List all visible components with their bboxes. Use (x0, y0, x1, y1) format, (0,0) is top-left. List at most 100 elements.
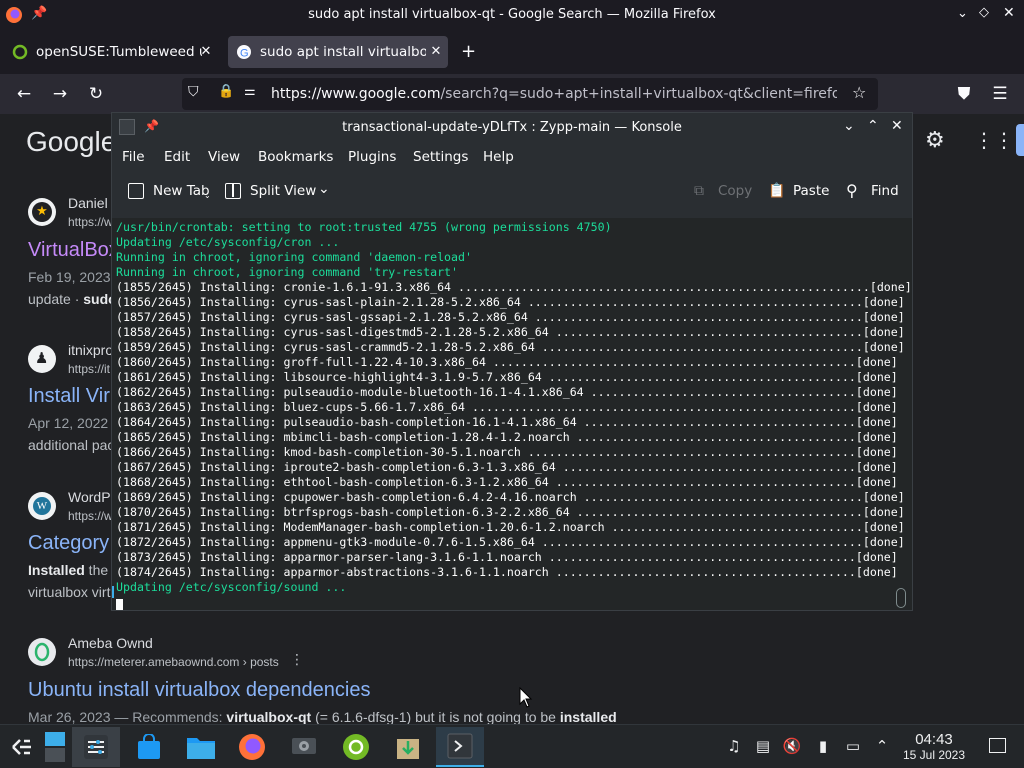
terminal-line: (1856/2645) Installing: cyrus-sasl-plain… (116, 295, 905, 309)
result-title-link[interactable]: Category (28, 532, 109, 555)
split-view-icon (225, 183, 241, 199)
sign-in-button[interactable] (1016, 124, 1024, 156)
tab-strip: openSUSE:Tumbleweed upgrade ✕ G sudo apt… (0, 30, 1024, 74)
star-icon: ★ (32, 202, 52, 222)
konsole-window: 📌 transactional-update-yDLfTx : Zypp-mai… (111, 112, 913, 611)
result-snippet: Mar 26, 2023 — Recommends: virtualbox-qt… (28, 709, 617, 724)
menu-help[interactable]: Help (483, 149, 514, 165)
result-title-link[interactable]: Ubuntu install virtualbox dependencies (28, 679, 370, 702)
show-hidden-icons-chevron-up-icon[interactable]: ⌃ (872, 736, 892, 756)
shopping-bag-icon (138, 734, 160, 759)
result-snippet: update · sudo (28, 291, 117, 307)
network-icon[interactable]: ▭ (843, 736, 863, 756)
terminal-line: (1865/2645) Installing: mbimcli-bash-com… (116, 430, 898, 444)
result-snippet-line2: virtualbox virt (28, 584, 111, 600)
terminal-line: Updating /etc/sysconfig/cron ... (116, 235, 340, 249)
search-icon: ⚲ (846, 181, 858, 200)
taskbar-firefox[interactable] (228, 727, 276, 767)
reload-icon[interactable]: ↻ (84, 82, 108, 106)
taskbar-system-settings[interactable] (72, 727, 120, 767)
menu-file[interactable]: File (122, 149, 145, 165)
tab-close-icon[interactable]: ✕ (428, 42, 444, 62)
minimize-icon[interactable]: ⌄ (957, 6, 968, 21)
menu-plugins[interactable]: Plugins (348, 149, 396, 165)
google-favicon-icon: G (237, 45, 251, 60)
clock-date: 15 Jul 2023 (902, 748, 966, 762)
more-options-icon[interactable]: ⋮ (290, 652, 304, 668)
permissions-icon[interactable]: ⚌ (244, 84, 256, 99)
new-tab-icon[interactable]: + (461, 41, 476, 62)
taskbar-installer[interactable] (384, 727, 432, 767)
tab-opensuse[interactable]: openSUSE:Tumbleweed upgrade ✕ (4, 36, 220, 68)
digital-clock[interactable]: 04:43 15 Jul 2023 (896, 731, 972, 762)
opensuse-chameleon-icon (343, 734, 369, 760)
terminal-line: (1863/2645) Installing: bluez-cups-5.66-… (116, 400, 898, 414)
konsole-menubar: File Edit View Bookmarks Plugins Setting… (112, 143, 912, 171)
minimize-icon[interactable]: ⌄ (843, 118, 855, 134)
scrollbar-handle[interactable] (896, 588, 906, 608)
menu-view[interactable]: View (208, 149, 240, 165)
tab-google-search[interactable]: G sudo apt install virtualbox-qt ✕ (228, 36, 448, 68)
bookmark-star-icon[interactable]: ☆ (852, 83, 866, 102)
terminal-output[interactable]: /usr/bin/crontab: setting to root:truste… (112, 218, 912, 610)
application-launcher-icon[interactable] (10, 735, 34, 759)
maximize-icon[interactable]: ◇ (979, 5, 989, 20)
settings-gear-icon[interactable]: ⚙ (925, 128, 945, 153)
copy-icon: ⧉ (694, 183, 704, 199)
snippet-bold: Installed (28, 562, 85, 578)
result-title-link[interactable]: VirtualBox (28, 239, 119, 262)
notifications-bell-icon[interactable]: ♫ (724, 736, 744, 756)
url-text[interactable]: https://www.google.com/search?q=sudo+apt… (271, 86, 837, 102)
menu-settings[interactable]: Settings (413, 149, 468, 165)
volume-muted-icon[interactable]: 🔇 (782, 736, 802, 756)
split-view-label: Split View (250, 183, 317, 199)
chevron-down-icon[interactable]: ⌄ (318, 181, 330, 197)
url-bar[interactable]: ⛉ 🔒 ⚌ https://www.google.com/search?q=su… (182, 78, 878, 110)
result-date: Feb 19, 2023 (28, 269, 111, 285)
new-tab-icon (128, 183, 144, 199)
terminal-scrollbar[interactable] (894, 218, 908, 610)
tab-label: openSUSE:Tumbleweed upgrade (36, 44, 202, 60)
clipboard-icon[interactable]: ▤ (753, 736, 773, 756)
terminal-line: /usr/bin/crontab: setting to root:truste… (116, 220, 612, 234)
pager-desktop-2[interactable] (45, 748, 65, 762)
paste-label: Paste (793, 183, 830, 199)
pocket-icon[interactable]: ⛊ (952, 82, 976, 106)
lock-icon[interactable]: 🔒 (218, 84, 234, 99)
gear-monitor-icon (292, 738, 316, 754)
prompt-marker (112, 586, 114, 598)
result-favicon: W (28, 492, 56, 520)
firefox-titlebar: 📌 sudo apt install virtualbox-qt - Googl… (0, 0, 1024, 30)
tracking-shield-icon[interactable]: ⛉ (188, 84, 199, 100)
close-window-icon[interactable]: ✕ (891, 118, 903, 134)
terminal-line: (1869/2645) Installing: cpupower-bash-co… (116, 490, 905, 504)
app-menu-icon[interactable]: ☰ (988, 82, 1012, 106)
back-icon[interactable]: ← (12, 82, 36, 106)
show-desktop-icon[interactable] (989, 738, 1006, 753)
google-logo[interactable]: Google (26, 126, 116, 158)
taskbar-konsole[interactable] (436, 727, 484, 767)
pager-desktop-1[interactable] (45, 732, 65, 746)
firefox-icon (239, 734, 265, 760)
taskbar-discover[interactable] (124, 727, 172, 767)
taskbar-opensuse-app[interactable] (332, 727, 380, 767)
terminal-lines: /usr/bin/crontab: setting to root:truste… (116, 220, 912, 595)
taskbar-dolphin[interactable] (176, 727, 224, 767)
terminal-line: Running in chroot, ignoring command 'dae… (116, 250, 472, 264)
menu-bookmarks[interactable]: Bookmarks (258, 149, 333, 165)
forward-icon[interactable]: → (48, 82, 72, 106)
device-notifier-icon[interactable]: ▮ (813, 736, 833, 756)
close-window-icon[interactable]: ✕ (1003, 5, 1015, 21)
mouse-pointer-icon (519, 687, 533, 708)
result-site-name: Ameba Ownd (68, 635, 153, 651)
result-title-link[interactable]: Install Vir (28, 385, 110, 408)
menu-edit[interactable]: Edit (164, 149, 190, 165)
split-divider (232, 184, 234, 197)
copy-label: Copy (718, 183, 753, 199)
apps-grid-icon[interactable]: ⋮⋮ (974, 128, 1014, 152)
maximize-icon[interactable]: ⌃ (867, 118, 879, 134)
taskbar-yast[interactable] (280, 727, 328, 767)
pager-icon[interactable] (44, 731, 66, 763)
tab-close-icon[interactable]: ✕ (198, 42, 214, 62)
terminal-line: (1873/2645) Installing: apparmor-parser-… (116, 550, 898, 564)
